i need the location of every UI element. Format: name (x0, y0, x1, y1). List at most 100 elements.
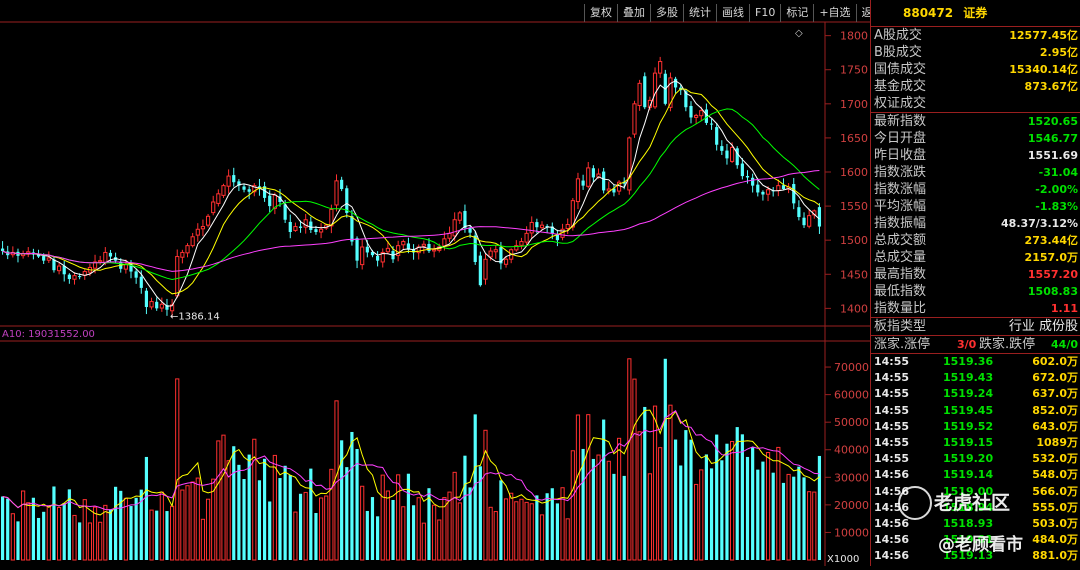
volume-bar (699, 469, 704, 561)
panel-stat-label: 指数振幅 (874, 216, 927, 231)
candle-body (761, 191, 765, 195)
toolbar-button-6[interactable]: 标记 (780, 4, 813, 22)
volume-bar (802, 477, 806, 560)
volume-bar (345, 467, 349, 560)
candle-body (268, 195, 272, 207)
panel-stat-value: 12577.45亿 (1009, 29, 1078, 42)
tick-row: 14:55 1519.24 637.0万 (871, 386, 1080, 402)
volume-bar (257, 480, 262, 560)
volume-bar (658, 447, 663, 561)
volume-bar (499, 480, 503, 560)
volume-bar (503, 498, 509, 561)
candle-body (715, 127, 719, 145)
volume-bar (391, 499, 395, 560)
volume-bar (457, 502, 462, 561)
candle-body (134, 271, 138, 278)
volume-bar (36, 517, 41, 560)
toolbar-button-5[interactable]: F10 (749, 4, 780, 22)
panel-stat-label: 最新指数 (874, 114, 927, 129)
volume-bar (272, 454, 277, 561)
panel-stat-row: 最新指数 1520.65 (871, 112, 1080, 130)
kline-chart-svg[interactable]: 1800 1750 1700 1650 1600 1550 1500 1450 1400 ◇ 700… (0, 0, 870, 566)
volume-bar (812, 491, 817, 561)
price-axis-tick-label: 1400 (840, 302, 868, 315)
toolbar-button-4[interactable]: 画线 (716, 4, 749, 22)
volume-bar (293, 511, 298, 561)
volume-bar (262, 458, 267, 560)
tick-price: 1519.14 (943, 468, 994, 482)
board-type-row: 板指类型 行业 成份股 (871, 317, 1080, 335)
panel-stat-label: 最高指数 (874, 267, 927, 282)
candle-body (334, 180, 339, 206)
volume-bar (87, 522, 92, 561)
candle-body (709, 123, 714, 125)
candle-body (765, 189, 771, 195)
candle-body (242, 186, 246, 190)
volume-bar (488, 506, 493, 561)
tick-price: 1519.15 (943, 435, 994, 449)
panel-stat-row: A股成交 12577.45亿 (871, 27, 1080, 44)
volume-bar (570, 450, 575, 561)
tick-vol: 548.0万 (1032, 468, 1078, 482)
volume-bar (175, 378, 180, 561)
candle-body (427, 243, 431, 252)
candle-body (232, 175, 236, 183)
volume-bar (468, 487, 472, 560)
volume-bar (365, 510, 369, 560)
volume-bar (46, 505, 51, 561)
volume-bar (340, 440, 344, 560)
toolbar-button-1[interactable]: 叠加 (617, 4, 650, 22)
tick-time: 14:55 (874, 435, 910, 449)
low-price-marker: ←1386.14 (170, 312, 220, 323)
panel-stat-value: 2.95亿 (1039, 46, 1078, 59)
tick-vol: 637.0万 (1032, 387, 1078, 401)
candle-body (42, 256, 46, 261)
panel-stat-row: 国债成交 15340.14亿 (871, 61, 1080, 78)
breadth-row: 涨家.涨停 3/0 跌家.跌停 44/0 (871, 335, 1080, 353)
volume-bar (539, 514, 545, 561)
volume-bar (807, 491, 812, 561)
tick-price: 1519.20 (943, 452, 994, 466)
panel-stat-value: -2.00% (1035, 183, 1078, 196)
candle-body (643, 76, 647, 108)
candle-body (756, 184, 760, 193)
watermark-community: 老虎社区 (934, 492, 1011, 514)
volume-bar (385, 490, 390, 561)
volume-bar (103, 504, 108, 561)
tick-time: 14:56 (874, 468, 910, 482)
volume-bar (62, 503, 66, 560)
candle-body (0, 248, 5, 252)
candle-body (350, 216, 354, 242)
candle-body (745, 175, 750, 178)
panel-stat-value: 1520.65 (1027, 115, 1078, 128)
toolbar-button-0[interactable]: 复权 (584, 4, 617, 22)
price-axis-tick-label: 1750 (840, 64, 868, 77)
volume-bar (72, 514, 77, 561)
candle-body (637, 82, 642, 106)
volume-bar (144, 456, 149, 560)
panel-stat-row: 最高指数 1557.20 (871, 266, 1080, 283)
toolbar-button-7[interactable]: +自选 (813, 4, 855, 22)
candle-body (673, 78, 678, 88)
board-type-value[interactable]: 行业 成份股 (1009, 318, 1078, 335)
watermark-author: @老顾看市 (938, 535, 1023, 555)
price-axis-tick-label: 1650 (840, 132, 868, 145)
volume-bar (745, 456, 750, 560)
breadth-down-value: 44/0 (1051, 338, 1078, 351)
candle-body (452, 219, 457, 237)
toolbar-button-3[interactable]: 统计 (683, 4, 716, 22)
candle-body (340, 179, 344, 190)
volume-bar (612, 473, 616, 560)
volume-bar (205, 498, 211, 561)
volume-bar (298, 493, 303, 560)
panel-stat-rows: A股成交 12577.45亿 B股成交 2.95亿 国债成交 15340.14亿 基金成交 8… (871, 27, 1080, 317)
volume-bar (786, 473, 791, 561)
candle-body (602, 171, 606, 191)
kline-chart-area[interactable]: 1800 1750 1700 1650 1600 1550 1500 1450 1400 ◇ 700… (0, 0, 870, 566)
candle-body (493, 249, 498, 253)
toolbar-button-2[interactable]: 多股 (650, 4, 683, 22)
candle-body (565, 224, 570, 230)
panel-code: 880472 (903, 6, 954, 20)
volume-bar (493, 511, 498, 561)
candle-body (591, 168, 595, 178)
